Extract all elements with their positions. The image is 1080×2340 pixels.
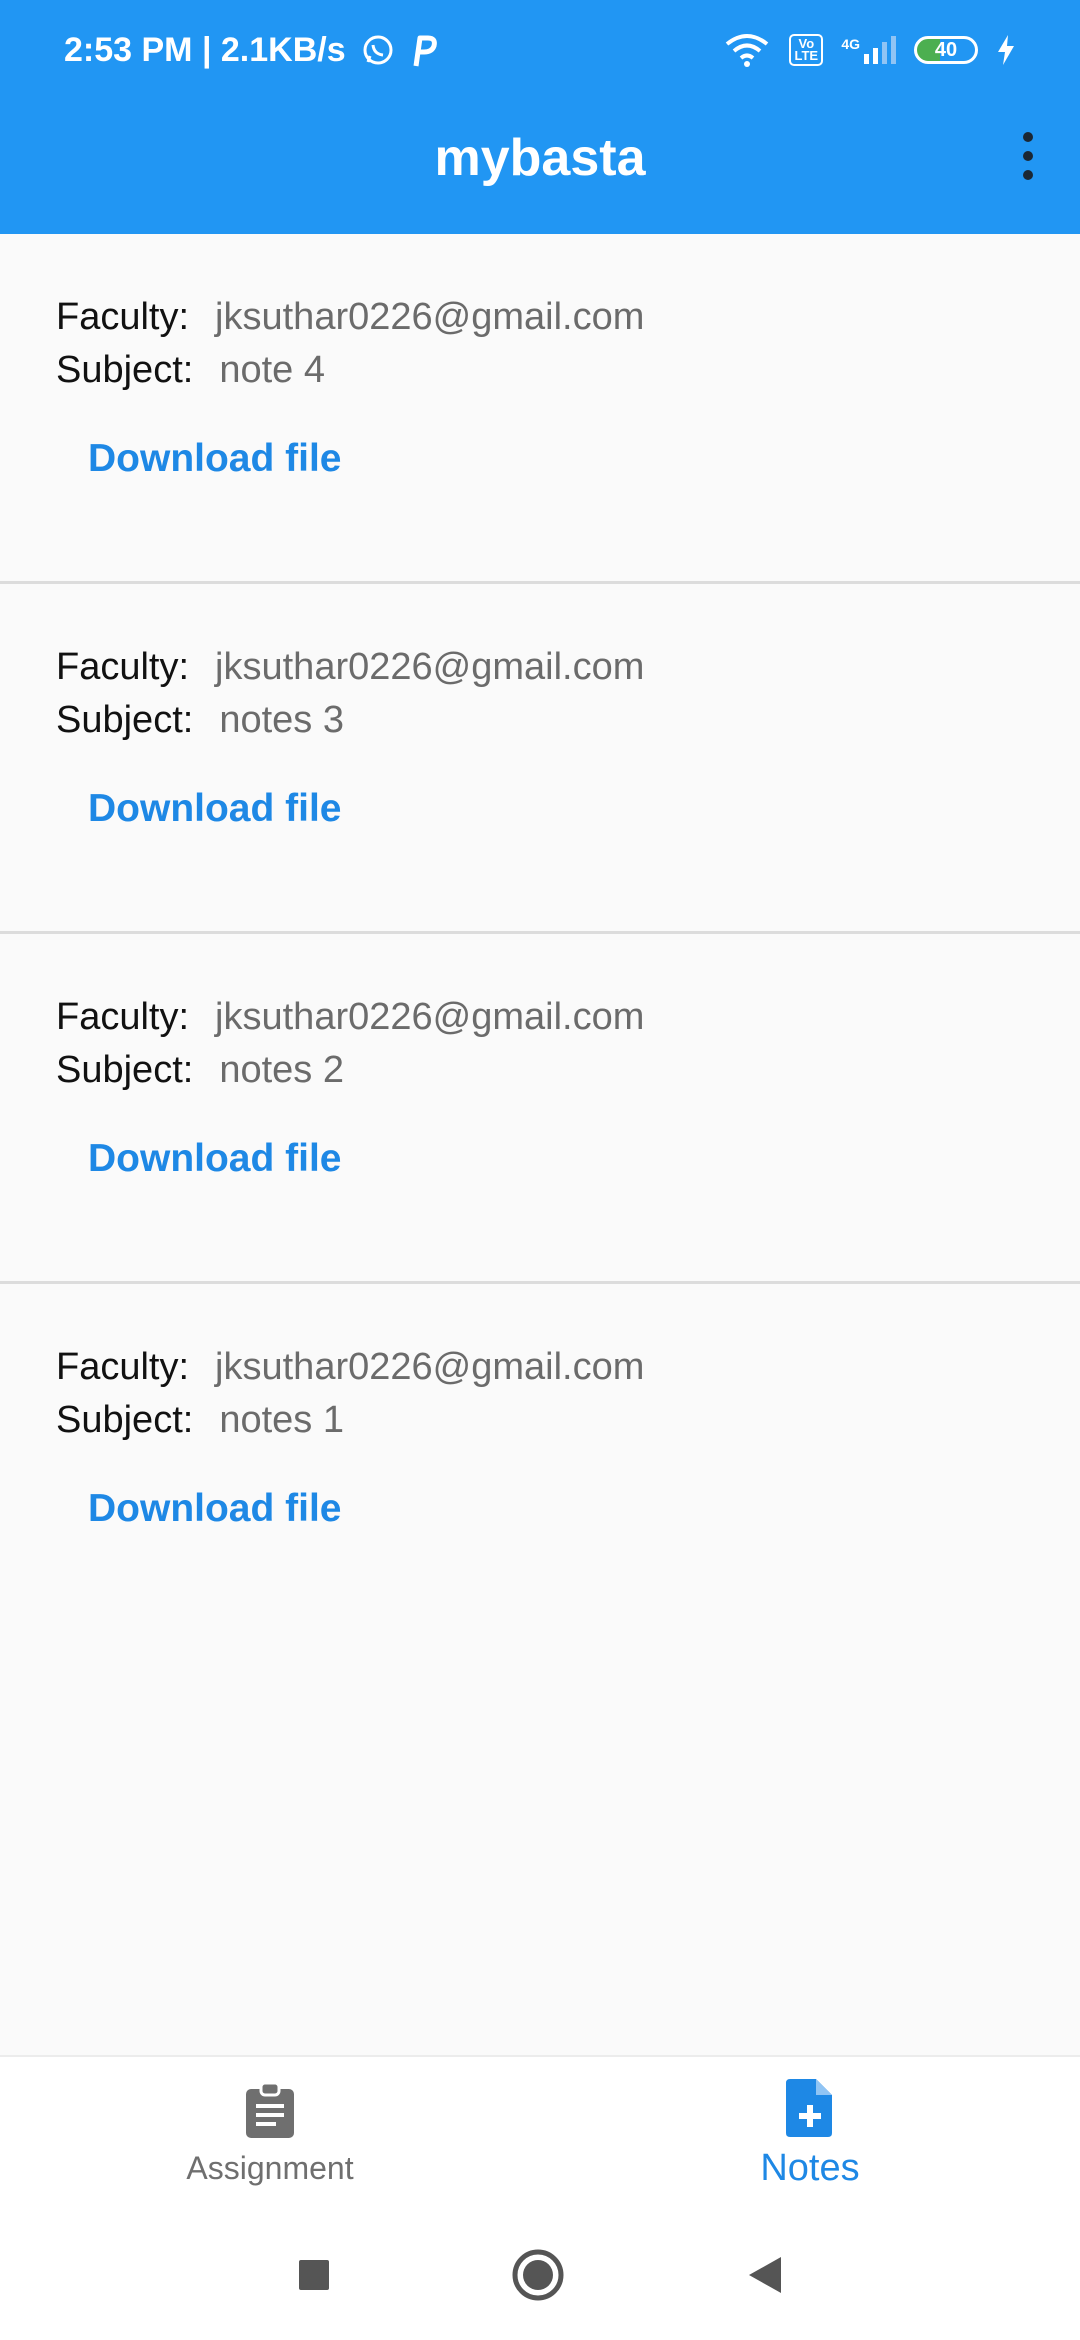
note-item: Faculty: jksuthar0226@gmail.com Subject: n… — [0, 584, 1080, 934]
note-item: Faculty: jksuthar0226@gmail.com Subject: n… — [0, 934, 1080, 1284]
notes-list: Faculty: jksuthar0226@gmail.com Subject: n… — [0, 234, 1080, 1634]
subject-label: Subject: — [56, 699, 194, 741]
faculty-row: Faculty: jksuthar0226@gmail.com — [56, 296, 644, 339]
download-file-button[interactable]: Download file — [88, 437, 342, 481]
subject-row: Subject: notes 2 — [56, 1049, 344, 1092]
download-file-button[interactable]: Download file — [88, 1487, 342, 1531]
battery-level: 40 — [934, 38, 958, 61]
note-add-icon — [786, 2078, 832, 2137]
whatsapp-icon — [363, 35, 393, 65]
subject-row: Subject: notes 1 — [56, 1399, 344, 1442]
note-item: Faculty: jksuthar0226@gmail.com Subject: n… — [0, 1284, 1080, 1634]
faculty-row: Faculty: jksuthar0226@gmail.com — [56, 996, 644, 1039]
subject-label: Subject: — [56, 349, 194, 391]
status-time: 2:53 PM | 2.1KB/s — [64, 30, 346, 69]
overflow-menu-icon[interactable] — [1020, 132, 1036, 180]
subject-row: Subject: note 4 — [56, 349, 325, 392]
faculty-value: jksuthar0226@gmail.com — [215, 296, 645, 338]
faculty-row: Faculty: jksuthar0226@gmail.com — [56, 646, 644, 689]
paytm-p-icon — [413, 35, 437, 67]
note-item: Faculty: jksuthar0226@gmail.com Subject: n… — [0, 234, 1080, 584]
subject-label: Subject: — [56, 1399, 194, 1441]
subject-value: notes 1 — [219, 1399, 344, 1441]
wifi-icon — [726, 34, 769, 67]
volte-icon: Vo LTE — [789, 34, 824, 66]
status-right: Vo LTE 4G 40 — [723, 32, 1016, 68]
back-triangle-icon[interactable] — [745, 2255, 783, 2295]
recents-square-icon[interactable] — [297, 2258, 331, 2292]
app-bar: 2:53 PM | 2.1KB/s Vo LTE 4G 40 mybasta — [0, 0, 1080, 234]
subject-label: Subject: — [56, 1049, 194, 1091]
faculty-row: Faculty: jksuthar0226@gmail.com — [56, 1346, 644, 1389]
tab-notes-label: Notes — [760, 2146, 860, 2189]
faculty-value: jksuthar0226@gmail.com — [215, 1346, 645, 1388]
battery-icon: 40 — [914, 36, 978, 64]
tab-assignment-label: Assignment — [186, 2149, 354, 2186]
subject-value: notes 2 — [219, 1049, 344, 1091]
status-bar: 2:53 PM | 2.1KB/s Vo LTE 4G 40 — [0, 0, 1080, 100]
faculty-label: Faculty: — [56, 296, 190, 338]
network-type: 4G — [841, 36, 860, 52]
assignment-icon — [246, 2081, 294, 2138]
tab-notes[interactable]: Notes — [540, 2057, 1080, 2211]
download-file-button[interactable]: Download file — [88, 787, 342, 831]
status-left: 2:53 PM | 2.1KB/s — [64, 31, 440, 70]
home-circle-icon[interactable] — [511, 2248, 565, 2302]
cell-signal-icon: 4G — [841, 36, 896, 64]
faculty-label: Faculty: — [56, 996, 190, 1038]
faculty-label: Faculty: — [56, 1346, 190, 1388]
charging-bolt-icon — [998, 35, 1014, 65]
system-navigation-bar — [0, 2210, 1080, 2340]
tab-assignment[interactable]: Assignment — [0, 2057, 540, 2211]
bottom-navigation: Assignment Notes — [0, 2055, 1080, 2213]
download-file-button[interactable]: Download file — [88, 1137, 342, 1181]
subject-value: note 4 — [219, 349, 325, 391]
faculty-value: jksuthar0226@gmail.com — [215, 646, 645, 688]
subject-value: notes 3 — [219, 699, 344, 741]
app-title: mybasta — [434, 129, 646, 187]
faculty-label: Faculty: — [56, 646, 190, 688]
faculty-value: jksuthar0226@gmail.com — [215, 996, 645, 1038]
subject-row: Subject: notes 3 — [56, 699, 344, 742]
